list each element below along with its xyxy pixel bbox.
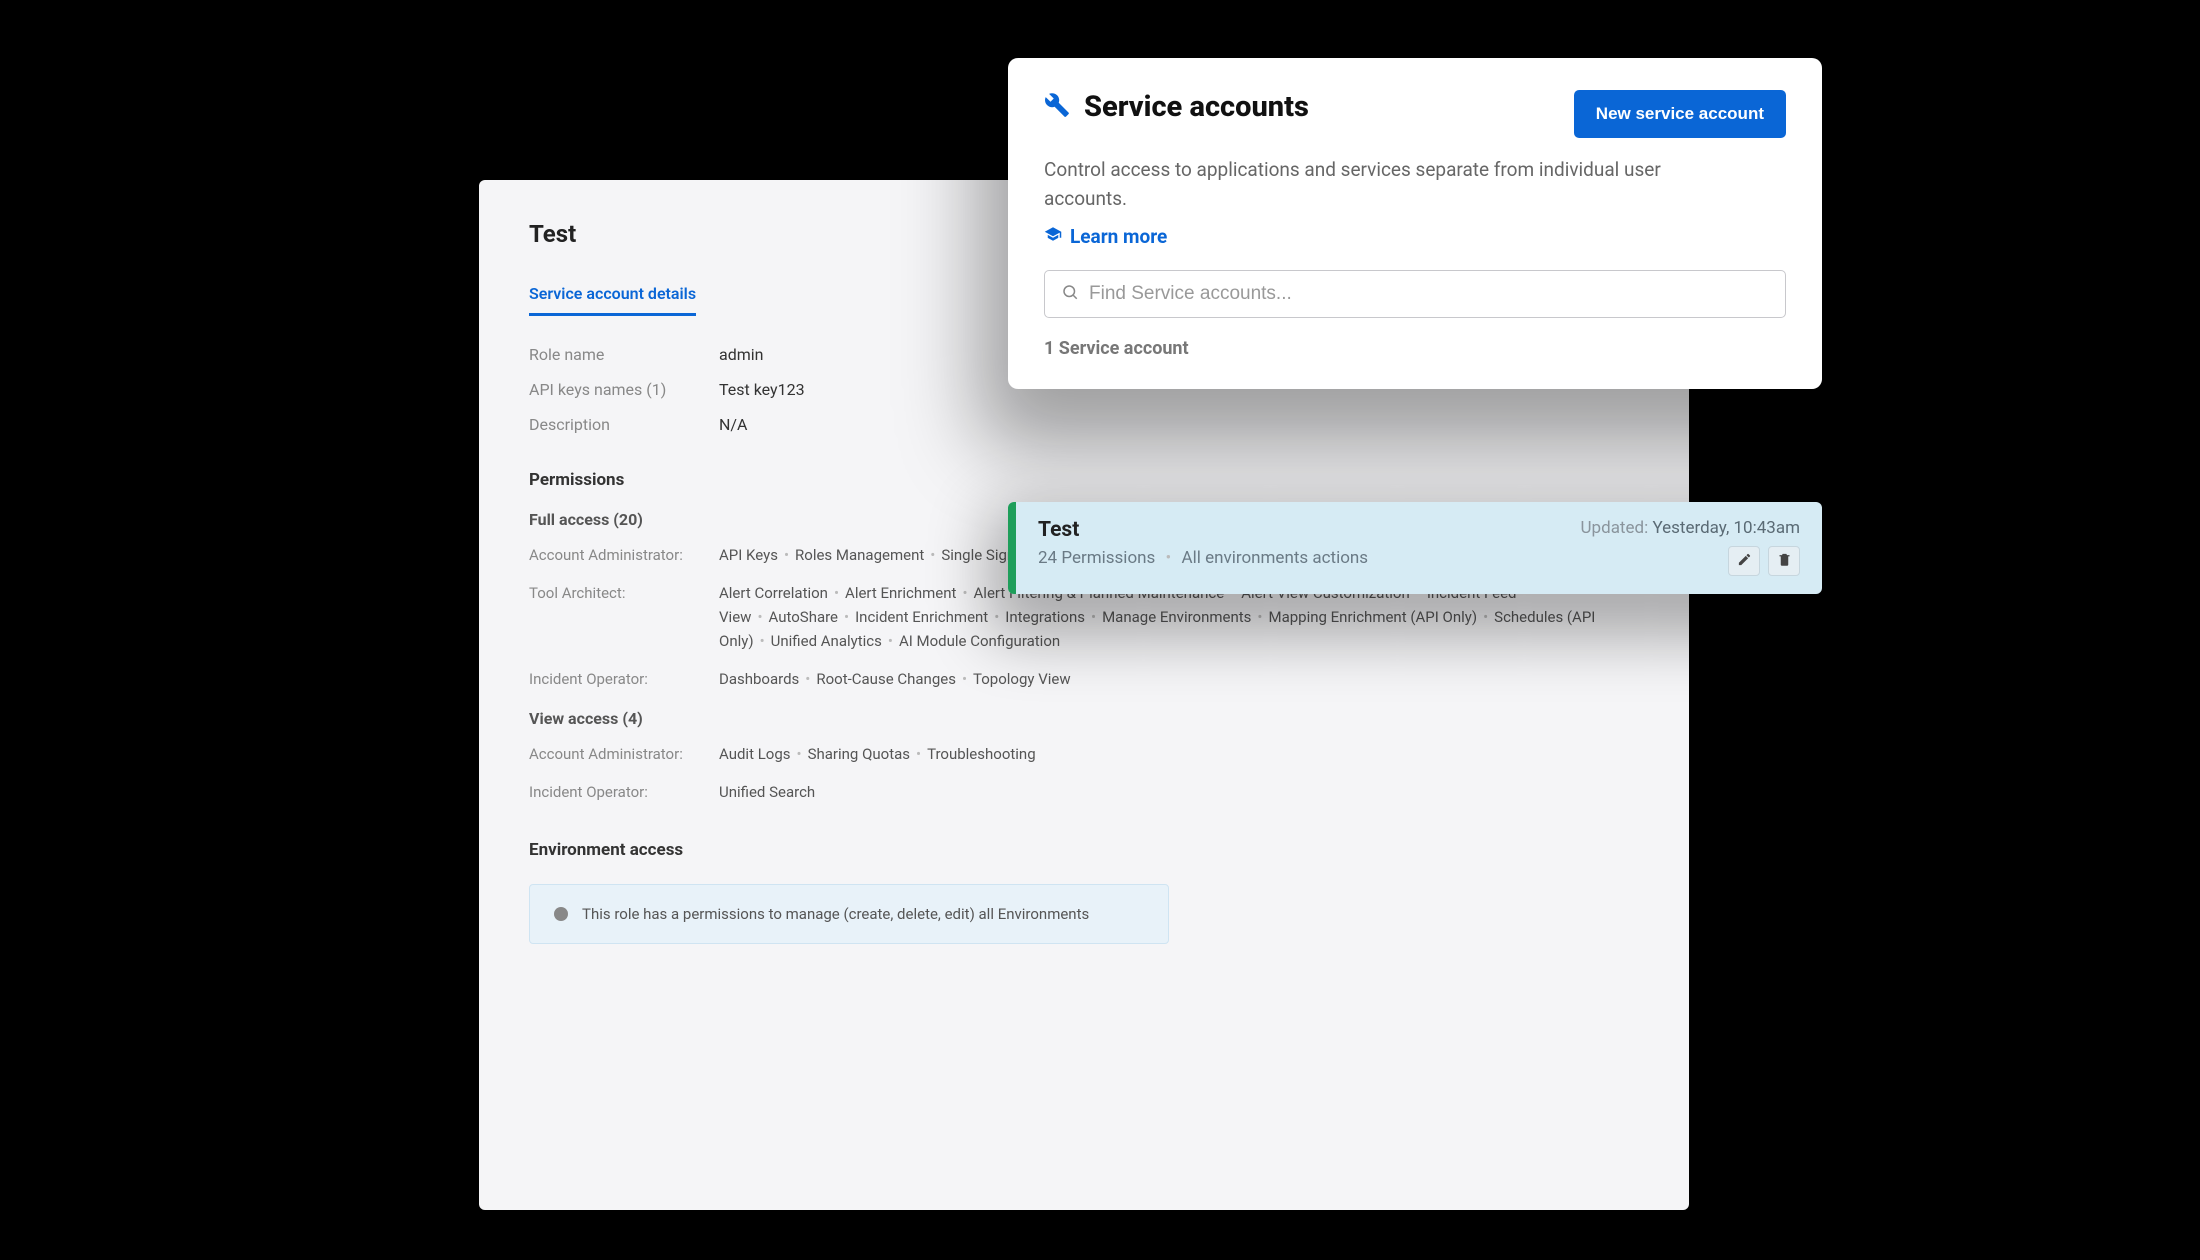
section-permissions: Permissions: [529, 470, 1639, 490]
row-environments: All environments actions: [1182, 548, 1369, 568]
updated-label: Updated:: [1581, 518, 1649, 538]
learn-more-text: Learn more: [1070, 225, 1167, 248]
service-accounts-card: Service accounts New service account Con…: [1008, 58, 1822, 389]
card-title: Service accounts: [1084, 90, 1309, 124]
new-service-account-button[interactable]: New service account: [1574, 90, 1786, 138]
perm-label: Account Administrator:: [529, 543, 719, 567]
perm-list: Unified Search: [719, 780, 815, 804]
wrench-icon: [1044, 92, 1070, 122]
card-description: Control access to applications and servi…: [1044, 156, 1684, 213]
search-icon: [1061, 283, 1079, 305]
pencil-icon: [1737, 552, 1752, 571]
status-stripe: [1008, 502, 1016, 594]
tab-service-account-details[interactable]: Service account details: [529, 284, 696, 316]
row-actions: [1728, 546, 1800, 576]
service-account-count: 1 Service account: [1044, 338, 1786, 359]
search-input[interactable]: [1089, 283, 1769, 305]
perm-label: Incident Operator:: [529, 780, 719, 804]
card-header: Service accounts New service account: [1044, 90, 1786, 138]
label-api-keys: API keys names (1): [529, 380, 719, 399]
perm-label: Tool Architect:: [529, 581, 719, 653]
trash-icon: [1777, 552, 1792, 571]
row-left: Test 24 Permissions • All environments a…: [1038, 518, 1368, 576]
row-meta: 24 Permissions • All environments action…: [1038, 548, 1368, 568]
section-view-access: View access (4): [529, 709, 1639, 728]
search-box[interactable]: [1044, 270, 1786, 318]
service-account-row[interactable]: Test 24 Permissions • All environments a…: [1008, 502, 1822, 594]
row-body: Test 24 Permissions • All environments a…: [1016, 502, 1822, 594]
environment-access-callout: This role has a permissions to manage (c…: [529, 884, 1169, 944]
value-description: N/A: [719, 415, 747, 434]
perm-list: Dashboards•Root-Cause Changes•Topology V…: [719, 667, 1071, 691]
label-description: Description: [529, 415, 719, 434]
info-icon: [554, 907, 568, 921]
separator-dot: •: [1160, 548, 1178, 568]
row-permissions: 24 Permissions: [1038, 548, 1155, 568]
updated-time: Yesterday, 10:43am: [1652, 518, 1800, 538]
perm-label: Incident Operator:: [529, 667, 719, 691]
learn-more-link[interactable]: Learn more: [1044, 225, 1786, 248]
perm-row-acct-admin-view: Account Administrator: Audit Logs•Sharin…: [529, 742, 1639, 766]
delete-button[interactable]: [1768, 546, 1800, 576]
perm-list: Audit Logs•Sharing Quotas•Troubleshootin…: [719, 742, 1036, 766]
row-updated: Updated: Yesterday, 10:43am: [1581, 518, 1800, 538]
environment-access-text: This role has a permissions to manage (c…: [582, 905, 1089, 923]
row-name: Test: [1038, 518, 1368, 542]
label-role-name: Role name: [529, 345, 719, 364]
field-description: Description N/A: [529, 415, 1639, 434]
graduation-cap-icon: [1044, 225, 1062, 248]
perm-row-incident-operator-full: Incident Operator: Dashboards•Root-Cause…: [529, 667, 1639, 691]
perm-label: Account Administrator:: [529, 742, 719, 766]
card-title-wrap: Service accounts: [1044, 90, 1309, 124]
row-right: Updated: Yesterday, 10:43am: [1581, 518, 1800, 576]
edit-button[interactable]: [1728, 546, 1760, 576]
value-role-name: admin: [719, 345, 763, 364]
value-api-keys: Test key123: [719, 380, 805, 399]
perm-row-incident-operator-view: Incident Operator: Unified Search: [529, 780, 1639, 804]
section-environment-access: Environment access: [529, 840, 1639, 860]
